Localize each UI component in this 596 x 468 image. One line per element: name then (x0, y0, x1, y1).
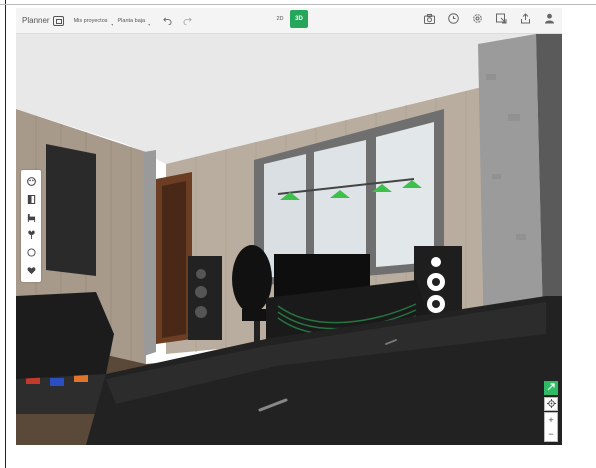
share-icon[interactable] (519, 12, 532, 25)
clock-icon[interactable] (447, 12, 460, 25)
planner-logo-icon (52, 15, 64, 26)
3d-viewport[interactable] (16, 34, 562, 445)
mode-2d-button[interactable]: 2D (273, 12, 287, 26)
wall-panel (46, 144, 96, 276)
locate-icon (546, 398, 556, 410)
zoom-controls: + − (544, 412, 558, 442)
door-icon[interactable] (26, 194, 37, 205)
furniture-icon[interactable] (26, 212, 37, 223)
left-border (5, 0, 6, 468)
settings-icon[interactable] (471, 12, 484, 25)
fullscreen-icon (547, 383, 555, 393)
floor-menu[interactable]: Planta baja (118, 18, 150, 26)
mode-3d-button[interactable]: 3D (290, 10, 308, 28)
export-icon[interactable] (495, 12, 508, 25)
user-icon[interactable] (543, 12, 556, 25)
speaker-left (188, 256, 222, 340)
zoom-out-button[interactable]: − (548, 429, 553, 439)
plant-icon[interactable] (26, 229, 37, 240)
app-name: Planner (22, 16, 50, 25)
toolbar-right-icons (423, 12, 556, 25)
circle-icon[interactable] (26, 247, 37, 258)
heart-icon[interactable] (26, 265, 37, 276)
app-logo[interactable]: Planner (22, 15, 64, 26)
zoom-in-button[interactable]: + (548, 415, 553, 425)
sofa-left (16, 292, 114, 379)
fullscreen-button[interactable] (544, 381, 558, 395)
undo-icon[interactable] (161, 15, 173, 27)
tool-panel (21, 170, 41, 282)
top-border (0, 4, 596, 5)
pillar-left (144, 150, 156, 356)
palette-icon[interactable] (26, 176, 37, 187)
projects-menu[interactable]: Mis proyectos (74, 18, 113, 26)
camera-icon[interactable] (423, 12, 436, 25)
app-frame: Planner Mis proyectos Planta baja 2D 3D (0, 0, 596, 468)
locate-button[interactable] (544, 397, 558, 411)
redo-icon[interactable] (181, 15, 193, 27)
